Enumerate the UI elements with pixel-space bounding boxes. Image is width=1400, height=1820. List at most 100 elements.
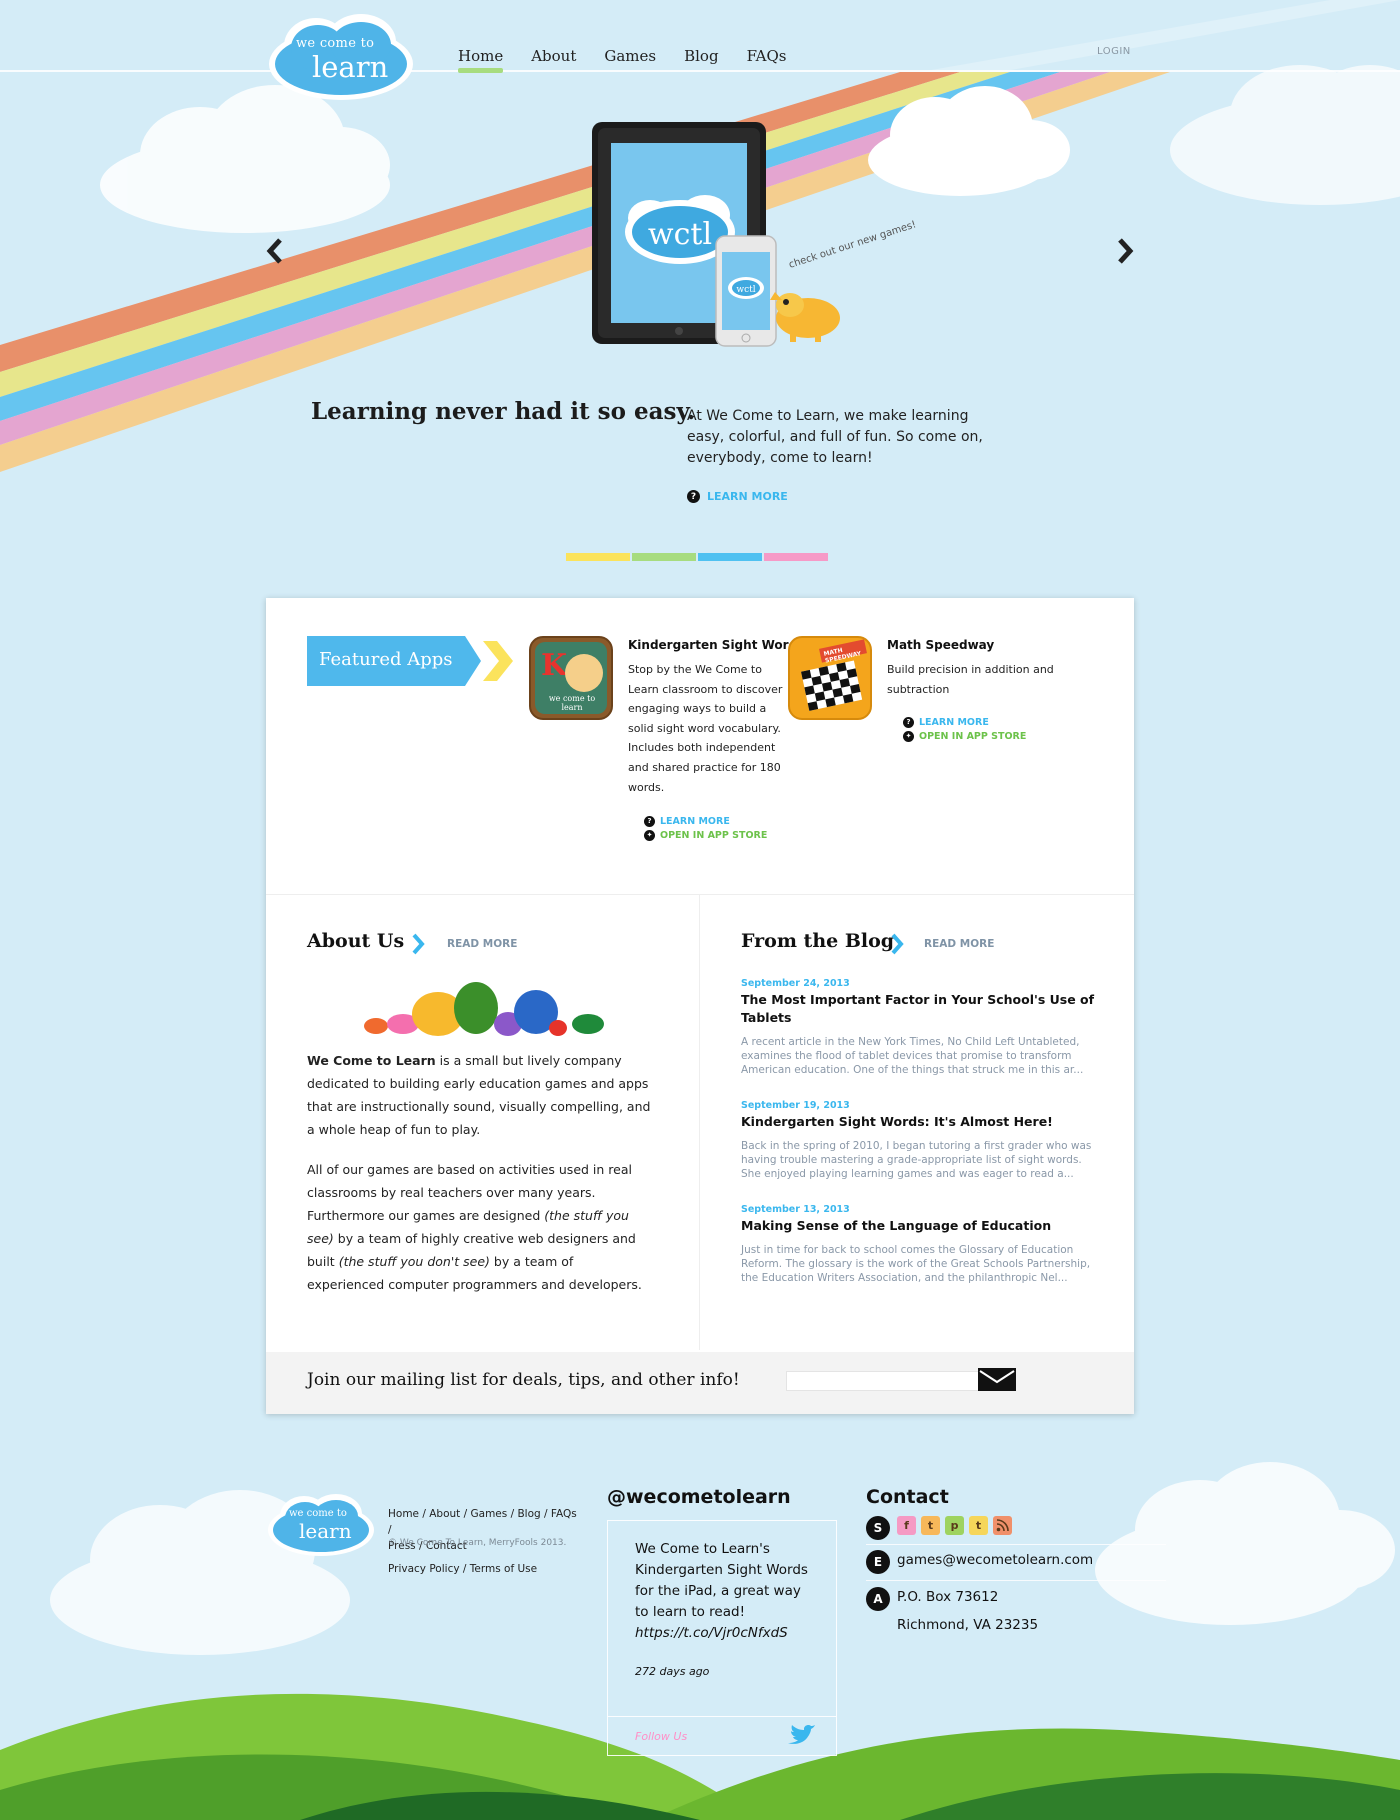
- tablet-logo-text: wctl: [648, 217, 712, 252]
- mailing-email-input[interactable]: [786, 1371, 982, 1391]
- hero-learn-more-link[interactable]: ? LEARN MORE: [687, 490, 788, 503]
- blog-post-date: September 19, 2013: [741, 1100, 850, 1111]
- slider-pagination: [566, 553, 828, 561]
- nav-home[interactable]: Home: [458, 47, 504, 73]
- slider-prev-arrow-icon[interactable]: [262, 236, 286, 266]
- child-face-graphic: [565, 654, 603, 692]
- logo-text-top: we come to: [289, 1508, 347, 1519]
- app-description: Build precision in addition and subtract…: [887, 663, 1054, 696]
- contact-address-line-2: Richmond, VA 23235: [897, 1617, 1039, 1633]
- slide-indicator-1[interactable]: [566, 553, 630, 561]
- nav-games[interactable]: Games: [604, 47, 656, 71]
- footer-link-games[interactable]: Games: [471, 1508, 508, 1520]
- twitter-follow-bar: Follow Us: [608, 1716, 836, 1756]
- nav-blog[interactable]: Blog: [684, 47, 718, 71]
- rss-icon[interactable]: [993, 1516, 1012, 1535]
- hero-learn-more-label: LEARN MORE: [707, 490, 788, 503]
- featured-apps-banner: Featured Apps: [307, 636, 513, 686]
- footer-logo[interactable]: we come to learn: [266, 1492, 376, 1558]
- blog-post-title[interactable]: Making Sense of the Language of Educatio…: [741, 1217, 1099, 1235]
- cloud-center-right: [868, 86, 1070, 196]
- app-store-label: OPEN IN APP STORE: [660, 829, 768, 841]
- footer-link-home[interactable]: Home: [388, 1508, 419, 1520]
- slide-indicator-4[interactable]: [764, 553, 828, 561]
- question-icon: ?: [903, 716, 914, 728]
- contact-email-link[interactable]: games@wecometolearn.com: [897, 1552, 1093, 1568]
- logo-text-main: learn: [299, 1519, 352, 1543]
- about-read-more-link[interactable]: READ MORE: [447, 938, 517, 950]
- animal-characters-illustration: [364, 982, 604, 1036]
- footer-link-faqs[interactable]: FAQs: [551, 1508, 577, 1520]
- tumblr-icon[interactable]: t: [921, 1516, 940, 1535]
- letter-k-graphic: K: [541, 648, 568, 683]
- app-icon-caption: we come to learn: [548, 694, 596, 712]
- about-paragraph-2: All of our games are based on activities…: [307, 1158, 653, 1296]
- twitter-icon[interactable]: t: [969, 1516, 988, 1535]
- facebook-icon[interactable]: f: [897, 1516, 916, 1535]
- mailing-list-bar: Join our mailing list for deals, tips, a…: [266, 1352, 1134, 1414]
- footer-legal-links: Privacy Policy / Terms of Use: [388, 1563, 538, 1575]
- slider-next-arrow-icon[interactable]: [1114, 236, 1138, 266]
- chevron-right-icon[interactable]: [411, 933, 425, 955]
- app-store-label: OPEN IN APP STORE: [919, 730, 1027, 742]
- blog-post-excerpt: Back in the spring of 2010, I began tuto…: [741, 1140, 1092, 1180]
- cloud-left: [100, 85, 390, 233]
- company-name: We Come to Learn: [307, 1053, 436, 1068]
- twitter-bird-icon[interactable]: [786, 1725, 816, 1749]
- blog-post: September 19, 2013 Kindergarten Sight Wo…: [741, 1100, 1099, 1181]
- app-title[interactable]: Math Speedway: [887, 638, 994, 652]
- app-store-link[interactable]: ✦ OPEN IN APP STORE: [644, 828, 767, 842]
- learn-more-label: LEARN MORE: [660, 815, 730, 827]
- hero-description: At We Come to Learn, we make learning ea…: [687, 408, 983, 466]
- chevron-right-icon[interactable]: [890, 933, 904, 955]
- nav-faqs[interactable]: FAQs: [747, 47, 787, 71]
- blog-post-title[interactable]: The Most Important Factor in Your School…: [741, 991, 1099, 1027]
- envelope-icon: [979, 1370, 1015, 1384]
- question-icon: ?: [687, 490, 700, 503]
- blog-post-excerpt: A recent article in the New York Times, …: [741, 1036, 1084, 1076]
- about-emphasis: (the stuff you don't see): [338, 1254, 490, 1269]
- kindergarten-sight-words-app-icon[interactable]: K we come to learn: [529, 636, 613, 720]
- tweet-link[interactable]: https://t.co/Vjr0cNfxdS: [635, 1625, 788, 1641]
- pinterest-icon[interactable]: p: [945, 1516, 964, 1535]
- tweet-body: We Come to Learn's Kindergarten Sight Wo…: [635, 1541, 808, 1620]
- login-link[interactable]: LOGIN: [1097, 46, 1131, 57]
- main-content-card: Featured Apps K we come to learn Kinderg…: [266, 598, 1134, 1414]
- contact-title: Contact: [866, 1486, 949, 1508]
- blog-post-title[interactable]: Kindergarten Sight Words: It's Almost He…: [741, 1113, 1099, 1131]
- terms-of-use-link[interactable]: Terms of Use: [470, 1563, 537, 1575]
- slide-indicator-3[interactable]: [698, 553, 762, 561]
- app-learn-more-link[interactable]: ? LEARN MORE: [903, 715, 1026, 729]
- footer-link-blog[interactable]: Blog: [517, 1508, 540, 1520]
- privacy-policy-link[interactable]: Privacy Policy: [388, 1563, 460, 1575]
- blog-post: September 13, 2013 Making Sense of the L…: [741, 1204, 1099, 1285]
- site-logo[interactable]: we come to learn: [266, 12, 416, 104]
- slide-indicator-2[interactable]: [632, 553, 696, 561]
- nav-about[interactable]: About: [531, 47, 576, 71]
- tweet-timestamp: 272 days ago: [635, 1665, 710, 1678]
- tweet-text: We Come to Learn's Kindergarten Sight Wo…: [635, 1539, 815, 1644]
- tablet-device: [592, 122, 766, 344]
- about-paragraph-1: We Come to Learn is a small but lively c…: [307, 1049, 653, 1141]
- app-store-link[interactable]: ✦ OPEN IN APP STORE: [903, 729, 1026, 743]
- twitter-follow-link[interactable]: Follow Us: [635, 1730, 687, 1743]
- mailing-submit-button[interactable]: [978, 1368, 1016, 1391]
- blog-post-date: September 13, 2013: [741, 1204, 850, 1215]
- footer-link-about[interactable]: About: [429, 1508, 460, 1520]
- app-title[interactable]: Kindergarten Sight Words: [628, 638, 804, 652]
- app-learn-more-link[interactable]: ? LEARN MORE: [644, 814, 767, 828]
- twitter-handle[interactable]: @wecometolearn: [607, 1486, 791, 1508]
- app-store-icon: ✦: [644, 829, 655, 841]
- cloud-right: [1170, 65, 1400, 205]
- app-links: ? LEARN MORE ✦ OPEN IN APP STORE: [644, 814, 767, 842]
- twitter-feed-box: We Come to Learn's Kindergarten Sight Wo…: [607, 1520, 837, 1756]
- math-speedway-app-icon[interactable]: MATH SPEEDWAY: [788, 636, 872, 720]
- blog-post-excerpt: Just in time for back to school comes th…: [741, 1244, 1091, 1284]
- contact-separator: [866, 1544, 1166, 1545]
- logo-text-main: learn: [312, 50, 389, 84]
- blog-title: From the Blog: [741, 930, 895, 952]
- doodle-text: check out our new games!: [788, 219, 918, 271]
- section-divider: [266, 894, 1134, 895]
- app-links: ? LEARN MORE ✦ OPEN IN APP STORE: [903, 715, 1026, 743]
- blog-read-more-link[interactable]: READ MORE: [924, 938, 994, 950]
